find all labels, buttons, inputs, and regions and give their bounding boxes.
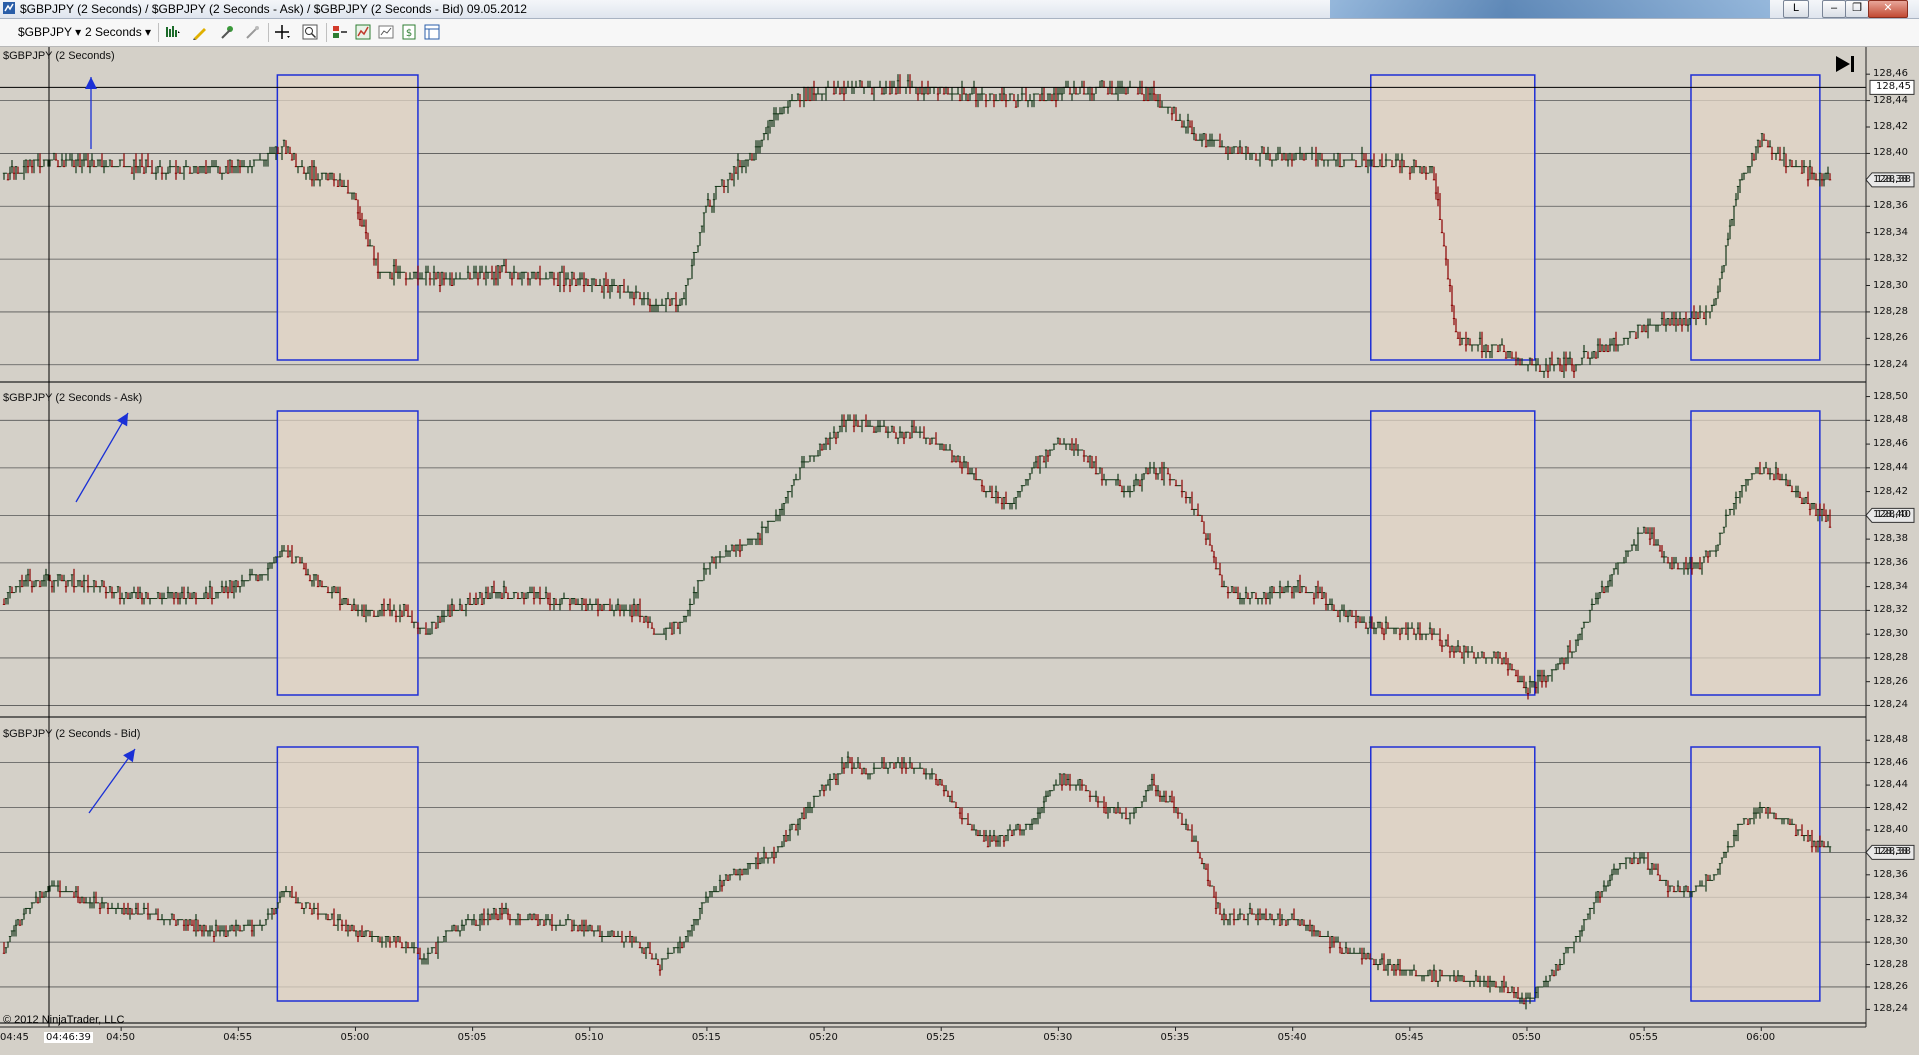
chart-area[interactable]: $GBPJPY (2 Seconds) $GBPJPY (2 Seconds -… — [0, 47, 1919, 1055]
chart-trader-icon[interactable] — [220, 24, 236, 40]
crosshair-icon[interactable] — [274, 24, 290, 40]
window-title: $GBPJPY (2 Seconds) / $GBPJPY (2 Seconds… — [20, 2, 527, 16]
strategies-icon[interactable] — [355, 24, 371, 40]
toolbar-separator — [326, 23, 327, 42]
indicators-icon[interactable] — [332, 24, 348, 40]
ninjatrader-app-icon — [3, 2, 15, 14]
highlight-box[interactable] — [1690, 746, 1821, 1002]
highlight-box[interactable] — [276, 746, 419, 1002]
highlight-box[interactable] — [1370, 746, 1536, 1002]
zoom-icon[interactable] — [302, 24, 318, 40]
interval-selector[interactable]: 2 Seconds ▾ — [85, 25, 151, 39]
bar-style-icon[interactable] — [164, 24, 180, 40]
highlight-box[interactable] — [276, 74, 419, 361]
highlight-box[interactable] — [276, 410, 419, 696]
drawing-tool-icon[interactable] — [192, 24, 208, 40]
scroll-tool-icon[interactable] — [245, 24, 261, 40]
taskbar-reflection — [1330, 0, 1770, 18]
toolbar-separator — [268, 23, 269, 42]
layout-button[interactable]: L — [1783, 0, 1809, 18]
dollar-icon[interactable]: $ — [401, 24, 417, 40]
toolbar-separator — [158, 23, 159, 42]
restore-button[interactable]: ❐ — [1845, 0, 1869, 18]
data-box-icon[interactable] — [378, 24, 394, 40]
close-button[interactable]: ✕ — [1868, 0, 1908, 18]
chart-toolbar: $GBPJPY ▾ 2 Seconds ▾ $ — [0, 19, 1919, 47]
highlight-box[interactable] — [1370, 74, 1536, 361]
highlight-box[interactable] — [1370, 410, 1536, 696]
window-title-bar[interactable]: $GBPJPY (2 Seconds) / $GBPJPY (2 Seconds… — [0, 0, 1919, 19]
price-chart[interactable] — [0, 47, 1919, 1055]
minimize-button[interactable]: – — [1822, 0, 1846, 18]
properties-icon[interactable] — [424, 24, 440, 40]
instrument-selector[interactable]: $GBPJPY ▾ — [18, 25, 81, 39]
